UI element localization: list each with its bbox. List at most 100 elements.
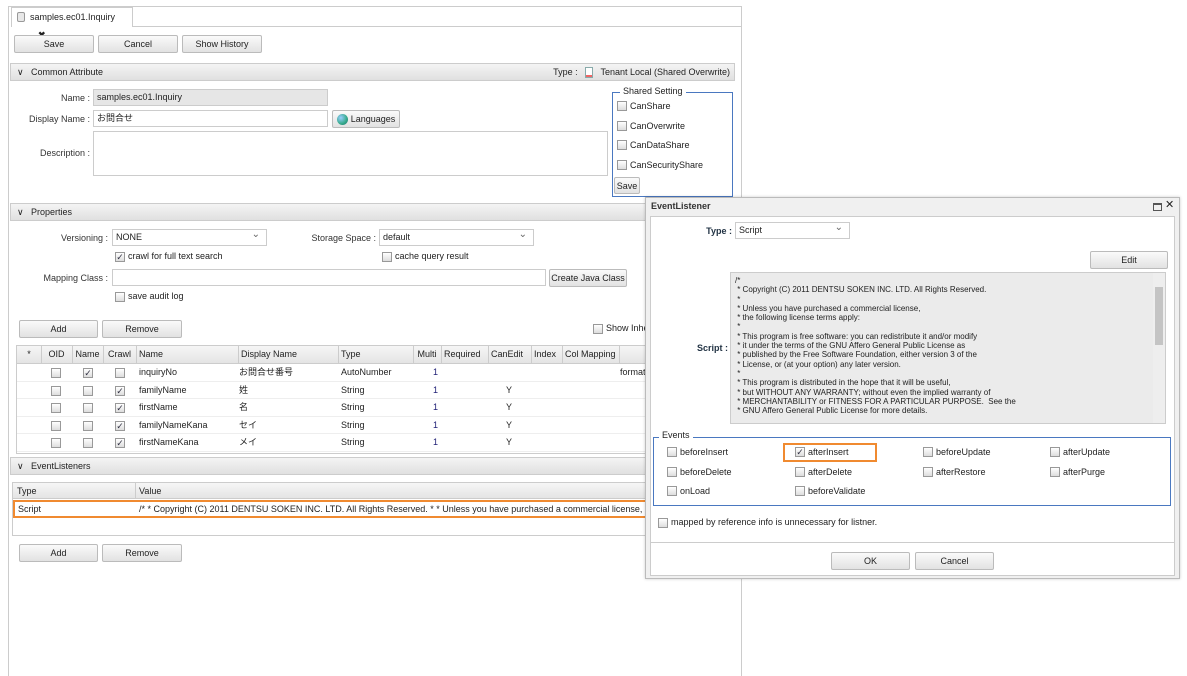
shared-checkbox[interactable] (617, 140, 627, 150)
column-header[interactable]: CanEdit (491, 346, 523, 363)
column-header[interactable]: Name (72, 346, 103, 363)
shared-save-button[interactable]: Save (614, 177, 640, 194)
row-checkbox-crawl[interactable]: ✓ (115, 385, 125, 396)
script-textarea[interactable]: /* * Copyright (C) 2011 DENTSU SOKEN INC… (730, 272, 1166, 424)
mapping-class-field[interactable] (112, 269, 546, 286)
chevron-down-icon: ∨ (17, 461, 24, 471)
description-label: Description : (39, 148, 90, 158)
shared-checkbox-label: CanSecurityShare (630, 159, 704, 170)
table-row[interactable]: ✓ familyName 姓 String 1 Y (17, 382, 651, 400)
table-row[interactable]: ✓ familyNameKana セイ String 1 Y (17, 417, 651, 435)
property-name: firstName (139, 402, 178, 413)
cache-checkbox[interactable] (382, 252, 392, 262)
event-checkbox-afterpurge[interactable] (1050, 467, 1060, 477)
name-field[interactable]: samples.ec01.Inquiry (93, 89, 328, 106)
column-header[interactable]: OID (41, 346, 72, 363)
mapped-checkbox[interactable] (658, 518, 668, 528)
event-listeners-header[interactable]: ∨ EventListeners (10, 457, 650, 475)
save-button[interactable]: Save (14, 35, 94, 53)
column-divider (562, 346, 563, 363)
event-checkbox-afterupdate[interactable] (1050, 447, 1060, 457)
row-checkbox-name-flag[interactable]: ✓ (83, 368, 93, 378)
event-checkbox-beforedelete[interactable] (667, 467, 677, 477)
edit-script-button[interactable]: Edit (1090, 251, 1168, 269)
column-header[interactable]: Required (444, 346, 481, 363)
row-checkbox-name-flag[interactable] (83, 385, 93, 396)
event-checkbox-afterdelete[interactable] (795, 467, 805, 477)
scrollbar[interactable] (1153, 273, 1165, 423)
remove-listener-button[interactable]: Remove (102, 544, 182, 562)
versioning-select[interactable]: NONE (112, 227, 267, 246)
create-java-class-button[interactable]: Create Java Class (549, 269, 627, 287)
column-type[interactable]: Type (17, 483, 37, 499)
row-checkbox-crawl[interactable]: ✓ (115, 403, 125, 414)
column-divider (441, 346, 442, 363)
event-checkbox-afterinsert[interactable]: ✓ (795, 447, 805, 457)
table-row[interactable]: ✓ inquiryNo お問合せ番号 AutoNumber 1 format (17, 364, 651, 382)
event-label: onLoad (680, 486, 711, 496)
row-checkbox-oid[interactable] (51, 438, 61, 449)
event-checkbox-afterrestore[interactable] (923, 467, 933, 477)
close-dialog-icon[interactable]: ✕ (1165, 198, 1174, 211)
remove-property-button[interactable]: Remove (102, 320, 182, 338)
row-checkbox-oid[interactable] (51, 368, 61, 378)
common-attribute-header[interactable]: ∨ Common Attribute Type : Tenant Local (… (10, 63, 735, 81)
table-row[interactable]: ✓ firstNameKana メイ String 1 Y (17, 434, 651, 452)
maximize-icon[interactable] (1153, 203, 1162, 211)
row-checkbox-crawl[interactable]: ✓ (115, 420, 125, 431)
crawl-checkbox[interactable]: ✓ (115, 252, 125, 262)
add-property-button[interactable]: Add (19, 320, 98, 338)
property-type: AutoNumber (341, 367, 392, 377)
column-header[interactable]: Col Mapping (565, 346, 616, 363)
shared-checkbox[interactable] (617, 101, 627, 111)
entity-icon (17, 12, 25, 22)
column-divider (413, 346, 414, 363)
event-checkbox-beforevalidate[interactable] (795, 486, 805, 496)
row-checkbox-name-flag[interactable] (83, 438, 93, 449)
row-checkbox-name-flag[interactable] (83, 403, 93, 414)
column-value[interactable]: Value (139, 483, 161, 499)
shared-checkbox[interactable] (617, 159, 627, 170)
audit-log-checkbox[interactable] (115, 292, 125, 302)
row-checkbox-oid[interactable] (51, 403, 61, 414)
shared-checkbox[interactable] (617, 120, 627, 131)
column-header[interactable]: Crawl (103, 346, 136, 363)
row-checkbox-crawl[interactable]: ✓ (115, 438, 125, 449)
row-checkbox-crawl[interactable] (115, 368, 125, 378)
storage-space-label: Storage Space : (311, 233, 376, 243)
dialog-type-select[interactable]: Script (735, 220, 850, 239)
script-label: Script : (696, 343, 728, 353)
event-checkbox-onload[interactable] (667, 486, 677, 496)
row-checkbox-oid[interactable] (51, 385, 61, 396)
mapping-class-label: Mapping Class : (43, 273, 108, 283)
column-header[interactable]: Multi (413, 346, 441, 363)
show-history-button[interactable]: Show History (182, 35, 262, 53)
dialog-cancel-button[interactable]: Cancel (915, 552, 994, 570)
tab-samples-ec01-inquiry[interactable]: samples.ec01.Inquiry ✖ (11, 7, 133, 40)
ok-button[interactable]: OK (831, 552, 910, 570)
column-header[interactable]: Index (534, 346, 556, 363)
event-checkbox-beforeinsert[interactable] (667, 447, 677, 457)
column-header[interactable]: Display Name (241, 346, 297, 363)
cancel-button[interactable]: Cancel (98, 35, 178, 53)
property-display-name: 姓 (239, 384, 249, 395)
column-header[interactable]: Name (139, 346, 163, 363)
display-name-field[interactable]: お問合せ (93, 110, 328, 127)
show-inherited-checkbox[interactable] (593, 324, 603, 334)
storage-space-select[interactable]: default (379, 227, 534, 246)
languages-button[interactable]: Languages (332, 110, 400, 128)
row-checkbox-oid[interactable] (51, 420, 61, 431)
event-checkbox-beforeupdate[interactable] (923, 447, 933, 457)
row-checkbox-name-flag[interactable] (83, 420, 93, 431)
event-label: afterPurge (1063, 467, 1106, 477)
listener-row[interactable]: Script /* * Copyright (C) 2011 DENTSU SO… (13, 500, 651, 518)
listener-value: /* * Copyright (C) 2011 DENTSU SOKEN INC… (139, 504, 651, 514)
column-divider (488, 346, 489, 363)
properties-header[interactable]: ∨ Properties (10, 203, 650, 221)
add-listener-button[interactable]: Add (19, 544, 98, 562)
table-row[interactable]: ✓ firstName 名 String 1 Y (17, 399, 651, 417)
description-field[interactable] (93, 131, 608, 176)
event-label: beforeInsert (680, 447, 729, 457)
column-header[interactable]: * (17, 346, 41, 363)
column-header[interactable]: Type (341, 346, 361, 363)
